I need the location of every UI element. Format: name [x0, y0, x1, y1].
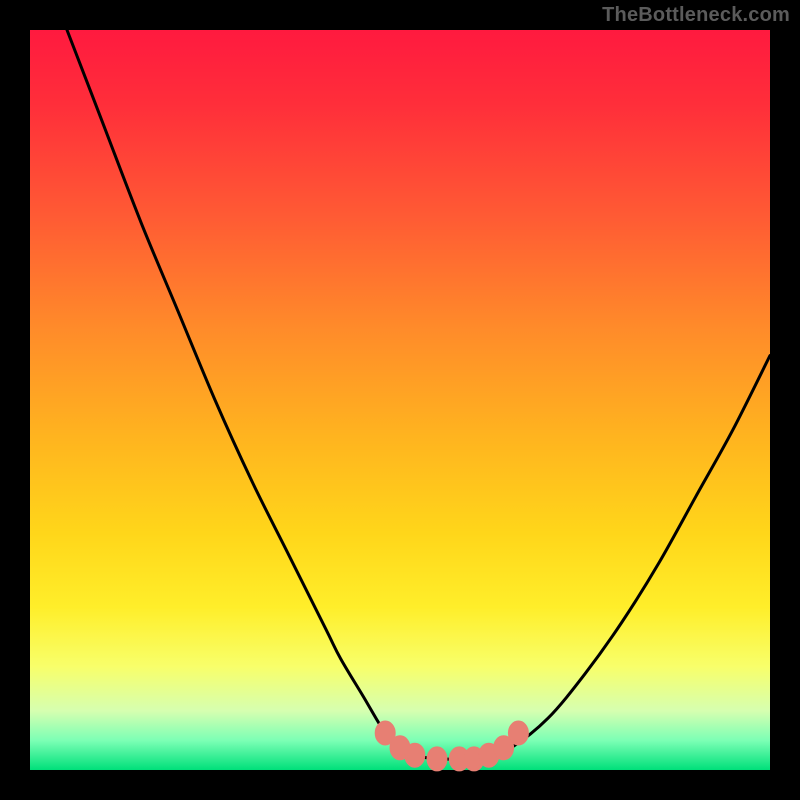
plot-area	[30, 30, 770, 770]
bottleneck-curve	[67, 30, 770, 759]
curve-marker	[405, 743, 425, 767]
watermark-text: TheBottleneck.com	[602, 4, 790, 27]
curve-layer	[30, 30, 770, 770]
curve-markers	[375, 721, 528, 771]
curve-marker	[508, 721, 528, 745]
chart-frame: TheBottleneck.com	[0, 0, 800, 800]
curve-marker	[427, 747, 447, 771]
